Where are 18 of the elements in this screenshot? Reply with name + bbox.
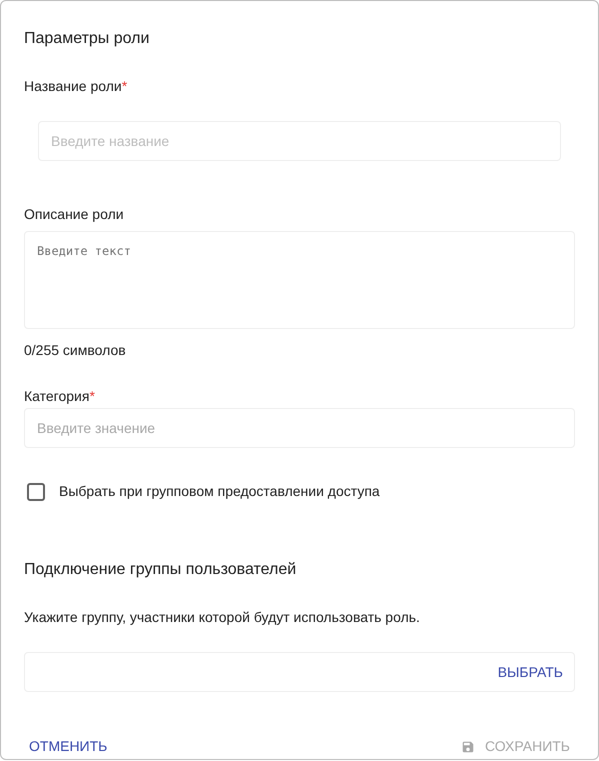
required-asterisk: * — [89, 387, 95, 406]
save-icon — [460, 740, 475, 754]
field-label: Название роли — [24, 77, 122, 96]
section-title: Параметры роли — [24, 30, 150, 47]
field-label: Описание роли — [24, 205, 124, 224]
checkbox[interactable] — [27, 482, 45, 500]
input-field[interactable]: Введите название — [38, 121, 561, 161]
textarea-field[interactable]: Введите текст — [24, 231, 575, 329]
select-button[interactable]: ВЫБРАТЬ — [498, 662, 563, 682]
cancel-button[interactable]: ОТМЕНИТЬ — [29, 736, 108, 757]
checkbox-label: Выбрать при групповом предоставлении доступа — [59, 482, 380, 501]
input-field[interactable]: Введите значение — [24, 408, 575, 448]
required-asterisk: * — [122, 77, 128, 96]
character-counter: 0/255 символов — [24, 342, 126, 358]
group-select-field[interactable]: ВЫБРАТЬ — [24, 652, 575, 692]
section-title: Подключение группы пользователей — [24, 561, 296, 578]
hint-text: Укажите группу, участники которой будут использовать роль. — [24, 609, 420, 625]
field-label: Категория — [24, 387, 90, 406]
